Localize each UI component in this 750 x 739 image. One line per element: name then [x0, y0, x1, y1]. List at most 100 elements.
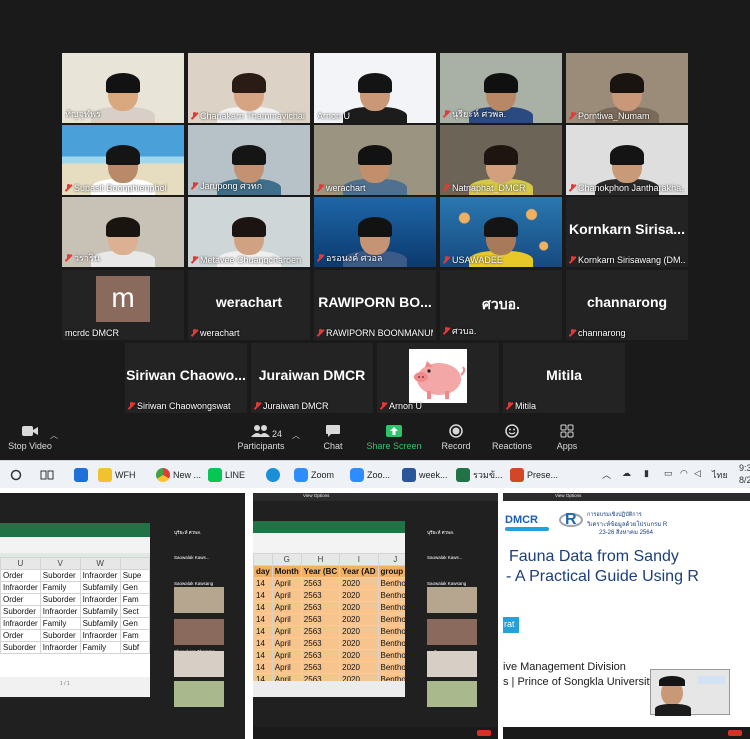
column-header[interactable]: W [79, 557, 121, 570]
side-participant-tile[interactable] [427, 619, 477, 645]
table-cell[interactable]: 2020 [339, 661, 379, 674]
participant-tile[interactable]: werachart [314, 125, 436, 195]
table-cell[interactable]: April [271, 613, 302, 626]
apps-button[interactable]: Apps [552, 424, 582, 451]
participant-tile[interactable]: ทัญจุฬพร [62, 53, 184, 123]
table-cell[interactable]: Suborder [0, 641, 41, 654]
table-cell[interactable]: Suborder [39, 569, 81, 582]
table-cell[interactable]: 2020 [339, 649, 379, 662]
column-letter[interactable]: J [377, 553, 405, 566]
table-cell[interactable]: 14 [253, 577, 273, 590]
table-cell[interactable]: Subfamily [79, 605, 121, 618]
side-participant-tile[interactable] [174, 587, 224, 613]
table-cell[interactable]: Order [0, 569, 41, 582]
table-cell[interactable]: Benthos [377, 625, 405, 638]
table-cell[interactable]: April [271, 649, 302, 662]
table-cell[interactable]: Family [79, 641, 121, 654]
table-cell[interactable]: Fam [119, 629, 150, 642]
participant-tile[interactable]: Kornkarn Sirisa... Kornkarn Sirisawang (D… [566, 197, 688, 267]
clock-time[interactable]: 9:3 [739, 463, 750, 473]
table-cell[interactable]: Infraorder [39, 641, 81, 654]
table-cell[interactable]: April [271, 625, 302, 638]
table-cell[interactable]: Infraorder [79, 629, 121, 642]
column-letter[interactable] [253, 553, 273, 566]
stop-video-button[interactable]: Stop Video [6, 424, 54, 451]
clock-date[interactable]: 8/2 [739, 475, 750, 485]
leave-button[interactable] [728, 730, 742, 736]
participant-tile[interactable]: อรอนงค์ ศวอล [314, 197, 436, 267]
table-cell[interactable]: April [271, 637, 302, 650]
table-cell[interactable]: Gen [119, 617, 150, 630]
table-cell[interactable]: 14 [253, 637, 273, 650]
table-cell[interactable]: 14 [253, 589, 273, 602]
participant-tile[interactable]: Siriwan Chaowo... Siriwan Chaowongswat [125, 343, 247, 413]
table-cell[interactable]: 2563 [300, 637, 341, 650]
participant-tile[interactable]: วราริน [62, 197, 184, 267]
table-cell[interactable]: Gen [119, 581, 150, 594]
end-button[interactable] [477, 730, 491, 736]
table-cell[interactable]: Benthos [377, 673, 405, 681]
table-cell[interactable]: April [271, 661, 302, 674]
volume-icon[interactable]: ◁ [694, 468, 701, 479]
header-cell[interactable]: day [253, 565, 273, 578]
participant-tile[interactable]: Natnaphat_DMCR [440, 125, 562, 195]
column-header[interactable]: V [39, 557, 81, 570]
table-cell[interactable]: Benthos [377, 601, 405, 614]
side-participant-tile[interactable] [174, 619, 224, 645]
table-cell[interactable]: Infraorder [79, 569, 121, 582]
header-cell[interactable]: Year (AD [339, 565, 379, 578]
participant-tile[interactable]: USAWADEE [440, 197, 562, 267]
table-cell[interactable]: Benthos [377, 577, 405, 590]
table-cell[interactable]: 2020 [339, 637, 379, 650]
table-cell[interactable]: 14 [253, 673, 273, 681]
table-cell[interactable]: Benthos [377, 589, 405, 602]
table-cell[interactable]: 2020 [339, 577, 379, 590]
participant-tile[interactable]: Porntiwa_Numam [566, 53, 688, 123]
participant-tile[interactable]: Juraiwan DMCR Juraiwan DMCR [251, 343, 373, 413]
chat-button[interactable]: Chat [316, 424, 350, 451]
participant-tile[interactable]: Supasit Boonphienphol [62, 125, 184, 195]
participants-caret-icon[interactable]: ︿ [292, 430, 300, 441]
side-participant-tile[interactable] [174, 681, 224, 707]
header-cell[interactable]: group [377, 565, 405, 578]
tray-chevron-icon[interactable]: ︿ [602, 468, 611, 481]
table-cell[interactable]: 14 [253, 625, 273, 638]
column-header[interactable]: U [0, 557, 41, 570]
column-header[interactable] [119, 557, 150, 570]
column-letter[interactable]: H [300, 553, 341, 566]
table-cell[interactable]: April [271, 589, 302, 602]
taskbar-edge[interactable] [266, 465, 280, 485]
presenter-thumbnail[interactable] [650, 669, 730, 716]
side-participant-tile[interactable] [427, 681, 477, 707]
table-cell[interactable]: 2563 [300, 613, 341, 626]
taskbar-item-zoom[interactable]: Zoom [294, 465, 334, 485]
table-cell[interactable]: Infraorder [39, 605, 81, 618]
participant-tile[interactable]: Arnon U [314, 53, 436, 123]
participant-tile[interactable]: channarong channarong [566, 270, 688, 340]
view-options-label[interactable]: View Options [303, 493, 329, 498]
wifi-icon[interactable]: ◠ [680, 468, 688, 479]
table-cell[interactable]: 2563 [300, 601, 341, 614]
header-cell[interactable]: Month [271, 565, 302, 578]
participant-tile[interactable]: m mcrdc DMCR [62, 270, 184, 340]
table-cell[interactable]: 14 [253, 649, 273, 662]
table-cell[interactable]: 2563 [300, 625, 341, 638]
table-cell[interactable]: 2020 [339, 601, 379, 614]
table-cell[interactable]: Benthos [377, 661, 405, 674]
side-participant-tile[interactable] [427, 651, 477, 677]
table-cell[interactable]: 2020 [339, 613, 379, 626]
table-cell[interactable]: 2563 [300, 589, 341, 602]
taskbar-item-zoom-2[interactable]: Zoo... [350, 465, 390, 485]
participant-tile[interactable]: Chanokphon Jantharakha... [566, 125, 688, 195]
table-cell[interactable]: 2563 [300, 577, 341, 590]
table-cell[interactable]: 14 [253, 661, 273, 674]
taskbar-item-excel[interactable]: รวมข้... [456, 465, 502, 485]
table-cell[interactable]: Suborder [0, 605, 41, 618]
table-cell[interactable]: Suborder [39, 629, 81, 642]
table-cell[interactable]: Infraorder [79, 593, 121, 606]
taskbar-item-word[interactable]: week... [402, 465, 448, 485]
participant-tile[interactable]: Mitila Mitila [503, 343, 625, 413]
reactions-button[interactable]: Reactions [490, 424, 534, 451]
table-cell[interactable]: Infraorder [0, 581, 41, 594]
cloud-icon[interactable]: ☁ [622, 468, 631, 479]
